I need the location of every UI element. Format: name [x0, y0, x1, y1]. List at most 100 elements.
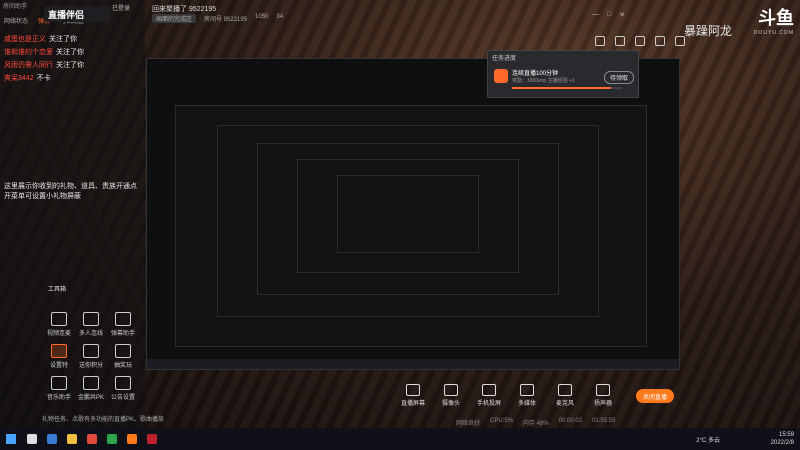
tool-points[interactable]: 送你积分 [76, 344, 106, 369]
bottom-hint: 礼物任务、点歌有多功能的直播PK、歌曲播放 [42, 417, 165, 423]
clock-time: 15:59 [778, 432, 794, 438]
users-icon [83, 312, 99, 326]
chrome-icon[interactable] [87, 434, 97, 444]
phone-cast-button[interactable]: 手机投屏 [476, 384, 502, 407]
category-pill[interactable]: 画面的完成区 [152, 14, 197, 23]
gift-hint: 这里展示你收到的礼物、道具、贵族开通点开菜单可设置小礼物屏蔽 [4, 183, 137, 200]
music-icon [51, 376, 67, 390]
total-timer: 01:55:55 [592, 418, 616, 424]
task-progress-fill [512, 87, 611, 89]
screen-capture-button[interactable]: 直播屏幕 [400, 384, 426, 407]
microphone-icon [558, 384, 572, 396]
tool-label: 音乐助手 [46, 395, 71, 401]
chat-list: 咸蛋也是正义 关注了你 谁和谁的个恋爱 关注了你 风雨仍需人同行 关注了你 爽呆… [0, 27, 145, 90]
memory-status: 内存 48% [523, 421, 549, 427]
livebar-label: 多媒体 [517, 401, 536, 407]
camera-icon [444, 384, 458, 396]
claim-button[interactable]: 待领取 [603, 71, 634, 84]
app-icon[interactable] [147, 434, 157, 444]
douyu-logo: 斗鱼 DOUYU.COM [732, 4, 794, 40]
tool-notice[interactable]: 公告设置 [108, 376, 138, 401]
chat-msg: 关注了你 [49, 36, 77, 43]
live-toolbar: 直播屏幕 摄像头 手机投屏 多媒体 麦克风 扬声器 [400, 384, 616, 407]
stop-live-button[interactable]: 关闭直播 [636, 389, 674, 403]
media-button[interactable]: 多媒体 [514, 384, 540, 407]
douyu-text: 斗鱼 [758, 8, 794, 28]
maximize-icon[interactable]: □ [607, 11, 611, 19]
chat-user[interactable]: 风雨仍需人同行 [4, 60, 53, 70]
tool-label: 弹幕助手 [110, 331, 135, 337]
app-logo: 直播伴侣 [44, 6, 110, 22]
douyu-sub: DOUYU.COM [753, 30, 794, 36]
wechat-icon[interactable] [107, 434, 117, 444]
camera-button[interactable]: 摄像头 [438, 384, 464, 407]
task-desc: 奖励：1000exp 主播经验 +1 [512, 78, 575, 84]
clock[interactable]: 15:59 2022/2/8 [771, 431, 794, 447]
chat-line: 风雨仍需人同行 关注了你 [4, 60, 141, 70]
douyu-app-icon[interactable] [127, 434, 137, 444]
chat-msg: 不卡 [36, 75, 51, 82]
tool-label: 设置特 [49, 363, 68, 369]
tool-label: 金鹏共PK [77, 395, 104, 401]
chat-user[interactable]: 爽呆3442 [4, 73, 34, 83]
room-number: 房间号 9522195 [204, 17, 248, 23]
weather[interactable]: 2°C 多云 [696, 435, 720, 444]
viewer-count: 34 [276, 14, 284, 20]
stream-title[interactable]: 回来聚播了 9522195 [152, 4, 216, 14]
clock-date: 2022/2/8 [770, 440, 794, 446]
task-popup: 任务进度 连续直播100分钟 奖励：1000exp 主播经验 +1 待领取 [487, 50, 639, 98]
tool-label: 视频连麦 [46, 331, 71, 337]
minimize-icon[interactable]: — [592, 11, 599, 19]
nested-preview [337, 175, 479, 253]
lightning-icon [494, 69, 508, 83]
tool-settings[interactable]: 设置特 [44, 344, 74, 369]
toolbox-title: 工具箱 [48, 287, 67, 293]
livebar-label: 直播屏幕 [400, 401, 425, 407]
search-icon[interactable] [27, 434, 37, 444]
close-icon[interactable]: ✕ [619, 11, 625, 19]
livebar-label: 麦克风 [555, 401, 574, 407]
chat-line: 爽呆3442 不卡 [4, 73, 141, 83]
edge-icon[interactable] [47, 434, 57, 444]
tool-label: 公告设置 [110, 395, 135, 401]
network-status: 网络良好 [456, 421, 481, 427]
media-icon [520, 384, 534, 396]
captured-taskbar [147, 359, 679, 369]
chat-icon [115, 312, 131, 326]
task-name: 连续直播100分钟 [512, 71, 559, 77]
monitor-icon [406, 384, 420, 396]
chat-user[interactable]: 咸蛋也是正义 [4, 34, 46, 44]
stream-preview[interactable] [146, 58, 680, 370]
settings-icon [51, 344, 67, 358]
stream-meta: 画面的完成区 房间号 9522195 1050 34 [152, 14, 283, 23]
video-icon [51, 312, 67, 326]
tool-music[interactable]: 音乐助手 [44, 376, 74, 401]
tool-label: 抽奖玩 [113, 363, 132, 369]
notification-icon[interactable] [595, 36, 605, 46]
chat-line: 咸蛋也是正义 关注了你 [4, 34, 141, 44]
folder-icon[interactable] [67, 434, 77, 444]
tool-video-link[interactable]: 视频连麦 [44, 312, 74, 337]
tool-pk[interactable]: 金鹏共PK [76, 376, 106, 401]
windows-taskbar: 2°C 多云 15:59 2022/2/8 [0, 428, 800, 450]
windows-start-icon[interactable] [6, 434, 16, 444]
bell-icon[interactable] [655, 36, 665, 46]
notice-icon [115, 376, 131, 390]
toolbox: 工具箱 视频连麦 多人连线 弹幕助手 设置特 送你积分 抽奖玩 音乐助手 金鹏共… [40, 280, 140, 410]
tool-multi-link[interactable]: 多人连线 [76, 312, 106, 337]
cpu-status: CPU:5% [490, 418, 514, 424]
tool-lottery[interactable]: 抽奖玩 [108, 344, 138, 369]
speaker-button[interactable]: 扬声器 [590, 384, 616, 407]
bag-icon[interactable] [615, 36, 625, 46]
chat-user[interactable]: 谁和谁的个恋爱 [4, 47, 53, 57]
livebar-label: 摄像头 [441, 401, 460, 407]
screen-icon[interactable] [635, 36, 645, 46]
chat-line: 谁和谁的个恋爱 关注了你 [4, 47, 141, 57]
tool-label: 多人连线 [78, 331, 103, 337]
tool-danmaku[interactable]: 弹幕助手 [108, 312, 138, 337]
status-line: 网络良好 CPU:5% 内存 48% 00:00:02 01:55:55 [456, 418, 615, 427]
window-controls: — □ ✕ [592, 11, 625, 19]
microphone-button[interactable]: 麦克风 [552, 384, 578, 407]
tab-network[interactable]: 网络状态 [4, 16, 28, 25]
livebar-label: 手机投屏 [476, 401, 501, 407]
